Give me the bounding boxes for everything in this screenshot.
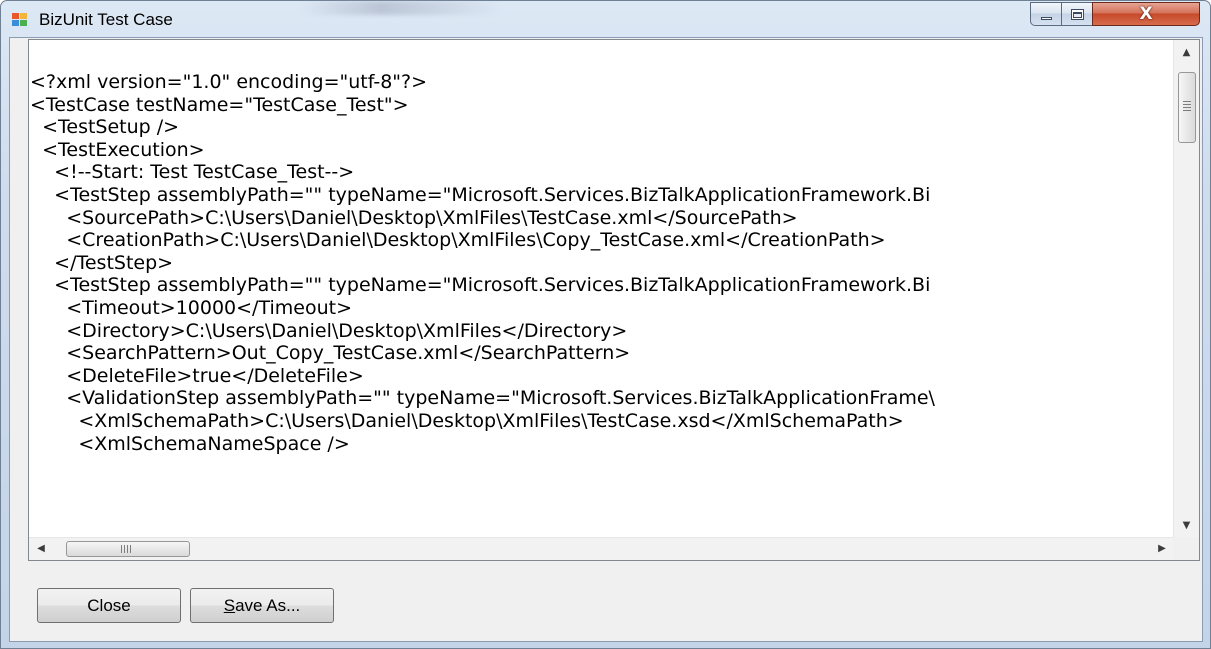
- xml-text-area[interactable]: <?xml version="1.0" encoding="utf-8"?> <T…: [28, 39, 1200, 561]
- application-icon: [12, 13, 28, 27]
- caption-buttons: X: [1030, 2, 1201, 28]
- code-line: <TestSetup />: [30, 116, 180, 139]
- code-line: <TestCase testName="TestCase_Test">: [30, 93, 409, 116]
- window-title: BizUnit Test Case: [39, 10, 173, 29]
- code-line: <DeleteFile>true</DeleteFile>: [30, 364, 364, 387]
- scroll-down-arrow-icon[interactable]: ▼: [1174, 513, 1199, 539]
- code-line: <Directory>C:\Users\Daniel\Desktop\XmlFi…: [30, 319, 628, 342]
- title-bar-background-text: [301, 1, 501, 15]
- minimize-button[interactable]: [1030, 2, 1061, 26]
- scroll-right-arrow-icon[interactable]: ▶: [1150, 538, 1174, 560]
- code-line: <ValidationStep assemblyPath="" typeName…: [30, 387, 935, 410]
- close-window-button[interactable]: X: [1092, 2, 1200, 26]
- minimize-icon: [1041, 17, 1052, 20]
- vertical-scroll-thumb[interactable]: [1178, 72, 1196, 143]
- close-button[interactable]: Close: [37, 588, 181, 623]
- dialog-window: BizUnit Test Case X <?xml version="1.0" …: [0, 0, 1211, 649]
- horizontal-scroll-thumb[interactable]: [66, 541, 190, 557]
- code-line: <XmlSchemaPath>C:\Users\Daniel\Desktop\X…: [30, 409, 904, 432]
- code-line: <?xml version="1.0" encoding="utf-8"?>: [30, 71, 428, 93]
- xml-content[interactable]: <?xml version="1.0" encoding="utf-8"?> <T…: [30, 71, 1169, 539]
- code-line: </TestStep>: [30, 251, 174, 274]
- scroll-up-arrow-icon[interactable]: ▲: [1174, 40, 1199, 66]
- save-as-button[interactable]: Save As...: [190, 588, 334, 623]
- code-line: <Timeout>10000</Timeout>: [30, 296, 352, 319]
- horizontal-scrollbar[interactable]: ◀ ▶: [29, 537, 1174, 560]
- vertical-scrollbar[interactable]: ▲ ▼: [1173, 40, 1199, 539]
- code-line: <TestStep assemblyPath="" typeName="Micr…: [30, 274, 931, 297]
- code-line: <XmlSchemaNameSpace />: [30, 432, 350, 455]
- scrollbar-corner: [1173, 537, 1199, 560]
- title-bar[interactable]: BizUnit Test Case X: [1, 1, 1210, 35]
- maximize-icon: [1071, 9, 1084, 20]
- client-area: <?xml version="1.0" encoding="utf-8"?> <T…: [9, 37, 1203, 642]
- code-line: <SearchPattern>Out_Copy_TestCase.xml</Se…: [30, 342, 631, 365]
- scroll-left-arrow-icon[interactable]: ◀: [29, 538, 53, 560]
- grip-icon: [1183, 101, 1191, 111]
- code-line: <CreationPath>C:\Users\Daniel\Desktop\Xm…: [30, 229, 886, 252]
- save-as-label: ave As...: [235, 596, 301, 615]
- code-line: <SourcePath>C:\Users\Daniel\Desktop\XmlF…: [30, 206, 798, 229]
- grip-icon: [121, 545, 131, 553]
- maximize-button[interactable]: [1061, 2, 1092, 26]
- close-icon: X: [1139, 4, 1153, 24]
- code-line: <!--Start: Test TestCase_Test-->: [30, 161, 355, 184]
- save-as-mnemonic: S: [223, 596, 236, 615]
- code-line: <TestExecution>: [30, 138, 205, 161]
- code-line: <TestStep assemblyPath="" typeName="Micr…: [30, 183, 931, 206]
